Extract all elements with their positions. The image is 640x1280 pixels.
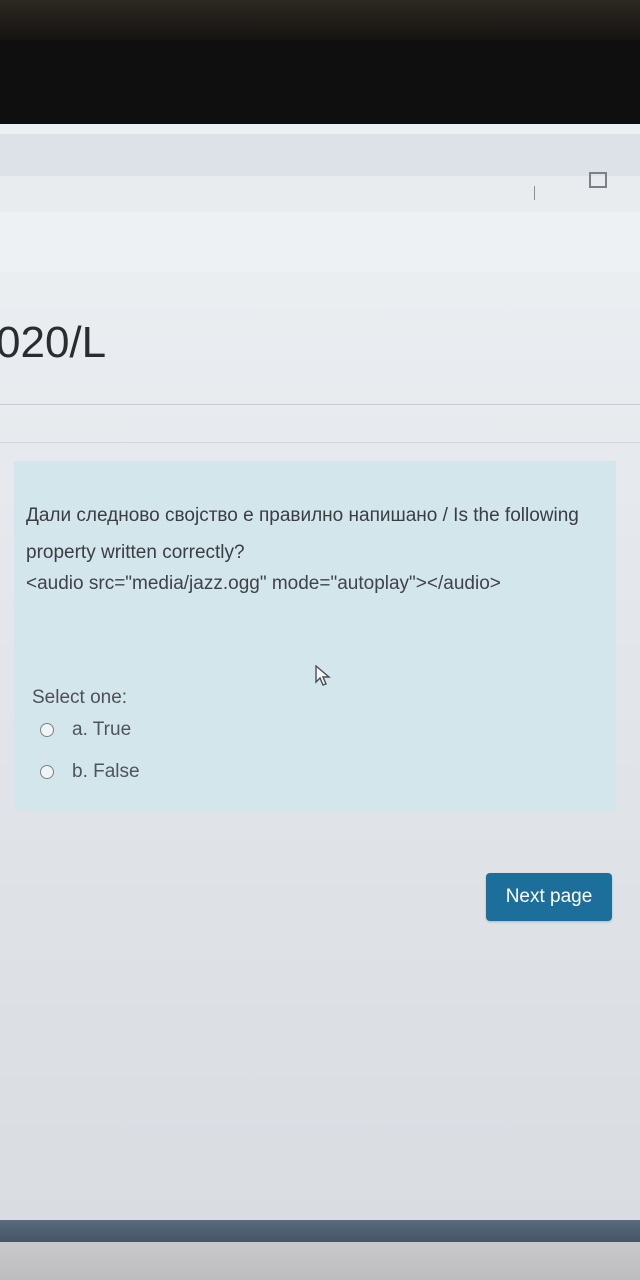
answer-option-label: b. False bbox=[72, 761, 140, 782]
next-page-button[interactable]: Next page bbox=[486, 873, 612, 921]
select-one-label: Select one: bbox=[32, 687, 128, 708]
maximize-icon[interactable] bbox=[589, 172, 607, 188]
radio-button[interactable] bbox=[40, 765, 54, 779]
question-text: Дали следново својство е правилно напиша… bbox=[26, 505, 579, 563]
screen: 020/L Дали следново својство е правилно … bbox=[0, 124, 640, 1220]
window-controls bbox=[0, 176, 640, 212]
header-band bbox=[0, 212, 640, 272]
monitor-bezel-band bbox=[0, 40, 640, 128]
answer-option-true[interactable]: a. True bbox=[40, 717, 131, 743]
mouse-cursor-icon bbox=[315, 665, 331, 686]
taskbar bbox=[0, 1220, 640, 1242]
window-titlebar bbox=[0, 134, 640, 176]
course-code-title: 020/L bbox=[0, 318, 107, 367]
radio-button[interactable] bbox=[40, 723, 54, 737]
divider bbox=[0, 442, 640, 443]
question-code: <audio src="media/jazz.ogg" mode="autopl… bbox=[26, 573, 501, 594]
answer-option-label: a. True bbox=[72, 719, 132, 740]
divider bbox=[0, 404, 640, 405]
question-panel: Дали следново својство е правилно напиша… bbox=[14, 461, 616, 811]
monitor-bezel-top bbox=[0, 0, 640, 40]
monitor-bezel-bottom bbox=[0, 1242, 640, 1280]
answer-option-false[interactable]: b. False bbox=[40, 759, 140, 785]
minimize-icon[interactable] bbox=[522, 184, 548, 204]
